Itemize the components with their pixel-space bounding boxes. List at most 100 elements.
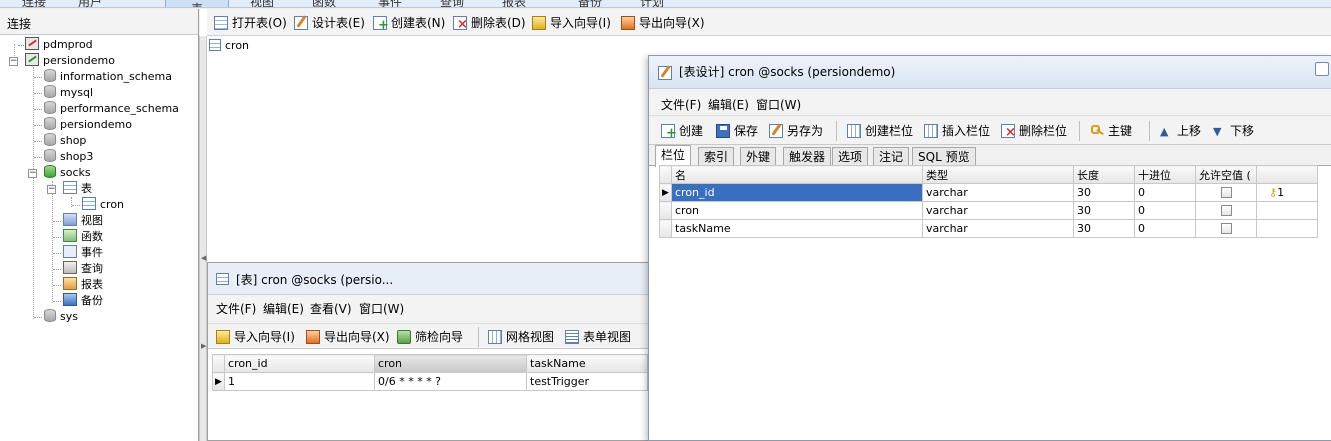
field-name-cell[interactable]: cron_id bbox=[671, 183, 923, 202]
cell-cron[interactable]: 0/6 * * * * ? bbox=[374, 372, 527, 391]
object-item-cron[interactable]: cron bbox=[209, 39, 249, 53]
column-header-allow-null[interactable]: 允许空值 ( bbox=[1195, 165, 1257, 184]
create-field-button[interactable]: 创建栏位 bbox=[844, 120, 913, 142]
window-control-button[interactable] bbox=[1315, 62, 1329, 76]
field-name-cell[interactable]: taskName bbox=[671, 219, 923, 238]
top-tab-table[interactable]: 表 bbox=[165, 0, 229, 7]
field-decimal-cell[interactable]: 0 bbox=[1134, 201, 1196, 220]
delete-table-button[interactable]: 删除表(D) bbox=[450, 12, 526, 36]
field-type-cell[interactable]: varchar bbox=[922, 219, 1074, 238]
tree-db-mysql[interactable]: mysql bbox=[44, 85, 93, 101]
tab-foreign-keys[interactable]: 外键 bbox=[740, 147, 777, 166]
tree-reports-folder[interactable]: 报表 bbox=[63, 277, 103, 293]
tree-queries-folder[interactable]: 查询 bbox=[63, 261, 103, 277]
table-row[interactable]: ▶ cron_id varchar 30 0 ⚷1 bbox=[659, 183, 1318, 202]
tree-table-cron[interactable]: cron bbox=[82, 197, 124, 213]
tree-tables-folder[interactable]: 表 bbox=[63, 181, 92, 197]
column-header-cron[interactable]: cron bbox=[374, 354, 527, 373]
tree-db-socks[interactable]: socks bbox=[44, 165, 91, 181]
top-tab-connection[interactable]: 连接 bbox=[22, 0, 46, 7]
top-tab-user[interactable]: 用户 bbox=[78, 0, 102, 7]
collapse-toggle-persiondemo[interactable]: − bbox=[9, 57, 18, 66]
table-row[interactable]: ▶ 1 0/6 * * * * ? testTrigger bbox=[212, 372, 648, 391]
field-decimal-cell[interactable]: 0 bbox=[1134, 183, 1196, 202]
tree-conn-pdmprod[interactable]: pdmprod bbox=[25, 37, 93, 53]
tree-db-persiondemo[interactable]: persiondemo bbox=[44, 117, 132, 133]
field-type-cell[interactable]: varchar bbox=[922, 183, 1074, 202]
column-header-length[interactable]: 长度 bbox=[1073, 165, 1135, 184]
tab-fields[interactable]: 栏位 bbox=[655, 145, 692, 167]
export-wizard-button[interactable]: 导出向导(X) bbox=[618, 12, 705, 34]
tree-functions-folder[interactable]: 函数 bbox=[63, 229, 103, 245]
table-row[interactable]: cron varchar 30 0 bbox=[659, 201, 1318, 220]
table-row[interactable]: taskName varchar 30 0 bbox=[659, 219, 1318, 238]
top-tab-schedule[interactable]: 计划 bbox=[640, 0, 664, 7]
field-length-cell[interactable]: 30 bbox=[1073, 183, 1135, 202]
collapse-toggle-socks[interactable]: − bbox=[28, 169, 37, 178]
tab-indexes[interactable]: 索引 bbox=[698, 147, 735, 166]
move-up-button[interactable]: 上移 bbox=[1156, 120, 1201, 143]
menu-file[interactable]: 文件(F) bbox=[216, 295, 256, 323]
allow-null-checkbox[interactable] bbox=[1220, 187, 1232, 198]
delete-field-button[interactable]: 删除栏位 bbox=[998, 120, 1067, 144]
column-header-type[interactable]: 类型 bbox=[922, 165, 1074, 184]
design-menu-window[interactable]: 窗口(W) bbox=[756, 96, 801, 113]
new-table-button[interactable]: 创建表(N) bbox=[370, 12, 445, 37]
field-name-cell[interactable]: cron bbox=[671, 201, 923, 220]
tree-conn-persiondemo[interactable]: persiondemo bbox=[25, 53, 115, 69]
import-wizard-button[interactable]: 导入向导(I) bbox=[529, 12, 611, 34]
top-tab-event[interactable]: 事件 bbox=[378, 0, 402, 7]
design-save-as-button[interactable]: 另存为 bbox=[766, 120, 823, 142]
top-tab-function[interactable]: 函数 bbox=[312, 0, 336, 7]
field-type-cell[interactable]: varchar bbox=[922, 201, 1074, 220]
tree-events-folder[interactable]: 事件 bbox=[63, 245, 103, 261]
move-down-button[interactable]: 下移 bbox=[1209, 120, 1254, 143]
allow-null-checkbox[interactable] bbox=[1220, 223, 1232, 234]
tab-options[interactable]: 选项 bbox=[832, 147, 869, 166]
allow-null-cell[interactable] bbox=[1195, 219, 1257, 238]
data-export-button[interactable]: 导出向导(X) bbox=[303, 326, 390, 348]
cell-taskname[interactable]: testTrigger bbox=[526, 372, 648, 391]
filter-wizard-button[interactable]: 筛检向导 bbox=[394, 326, 463, 348]
menu-view[interactable]: 查看(V) bbox=[310, 295, 352, 323]
tree-db-shop3[interactable]: shop3 bbox=[44, 149, 93, 165]
tree-db-information-schema[interactable]: information_schema bbox=[44, 69, 172, 85]
top-tab-query[interactable]: 查询 bbox=[440, 0, 464, 7]
tree-views-folder[interactable]: 视图 bbox=[63, 213, 103, 229]
top-tab-report[interactable]: 报表 bbox=[502, 0, 526, 7]
tree-db-performance-schema[interactable]: performance_schema bbox=[44, 101, 179, 117]
column-header-decimal[interactable]: 十进位 bbox=[1134, 165, 1196, 184]
design-table-button[interactable]: 设计表(E) bbox=[291, 12, 365, 34]
field-decimal-cell[interactable]: 0 bbox=[1134, 219, 1196, 238]
tab-sql-preview[interactable]: SQL 预览 bbox=[912, 147, 976, 166]
form-view-button[interactable]: 表单视图 bbox=[562, 326, 631, 348]
column-header-taskname[interactable]: taskName bbox=[526, 354, 648, 373]
data-import-button[interactable]: 导入向导(I) bbox=[213, 326, 295, 348]
panel-splitter[interactable]: ◀ ▶ bbox=[199, 36, 207, 441]
field-length-cell[interactable]: 30 bbox=[1073, 219, 1135, 238]
grid-view-button[interactable]: 网格视图 bbox=[485, 326, 554, 348]
design-create-button[interactable]: 创建 bbox=[658, 120, 703, 145]
tree-backups-folder[interactable]: 备份 bbox=[63, 293, 103, 309]
design-menu-file[interactable]: 文件(F) bbox=[661, 96, 701, 113]
design-menu-edit[interactable]: 编辑(E) bbox=[708, 96, 749, 113]
tab-triggers[interactable]: 触发器 bbox=[783, 147, 832, 166]
field-length-cell[interactable]: 30 bbox=[1073, 201, 1135, 220]
allow-null-cell[interactable] bbox=[1195, 201, 1257, 220]
tab-comments[interactable]: 注记 bbox=[873, 147, 910, 166]
collapse-toggle-tables[interactable]: − bbox=[47, 185, 56, 194]
column-header-name[interactable]: 名 bbox=[671, 165, 923, 184]
table-data-window-title[interactable]: [表] cron @socks (persio... bbox=[208, 263, 648, 295]
insert-field-button[interactable]: 插入栏位 bbox=[921, 120, 990, 142]
menu-edit[interactable]: 编辑(E) bbox=[263, 295, 304, 323]
tree-db-shop[interactable]: shop bbox=[44, 133, 86, 149]
menu-window[interactable]: 窗口(W) bbox=[359, 295, 404, 323]
top-tab-view[interactable]: 视图 bbox=[250, 0, 274, 7]
table-design-window-title[interactable]: [表设计] cron @socks (persiondemo) bbox=[649, 56, 1331, 89]
allow-null-cell[interactable] bbox=[1195, 183, 1257, 202]
tree-db-sys[interactable]: sys bbox=[44, 309, 78, 325]
open-table-button[interactable]: 打开表(O) bbox=[211, 12, 287, 34]
allow-null-checkbox[interactable] bbox=[1220, 205, 1232, 216]
primary-key-button[interactable]: 主键 bbox=[1087, 120, 1132, 142]
column-header-cron-id[interactable]: cron_id bbox=[224, 354, 375, 373]
